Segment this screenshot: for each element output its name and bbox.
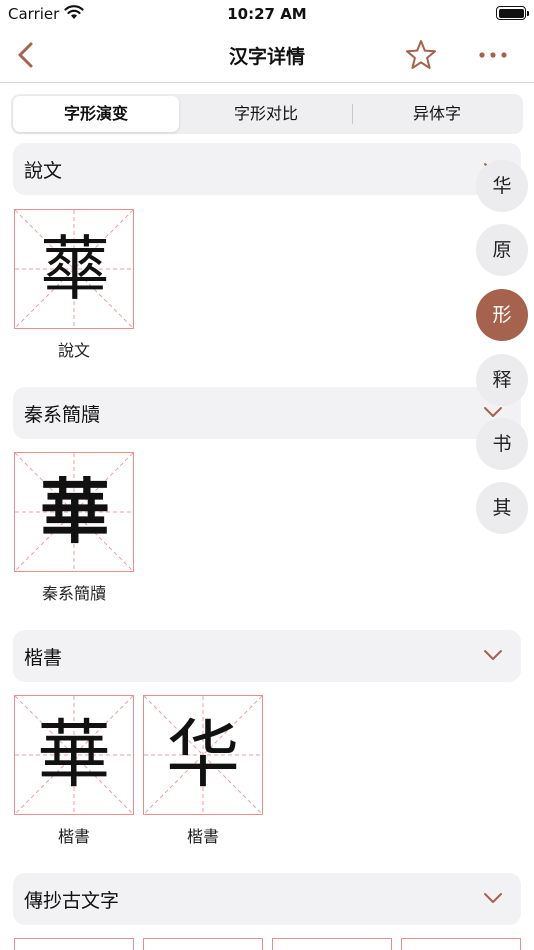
glyph-cell[interactable]: 华 bbox=[143, 695, 263, 815]
tab-glyph-comparison[interactable]: 字形对比 bbox=[181, 96, 351, 132]
section-header-regular-script[interactable]: 楷書 bbox=[13, 630, 521, 682]
index-item-shi[interactable]: 释 bbox=[476, 354, 528, 406]
glyph-cell[interactable]: 蕐 bbox=[14, 209, 134, 329]
chevron-down-icon bbox=[484, 650, 502, 660]
glyph-label: 楷書 bbox=[57, 827, 90, 846]
status-time: 10:27 AM bbox=[227, 5, 307, 23]
favorite-button[interactable] bbox=[404, 38, 438, 72]
glyph-cell-partial[interactable] bbox=[272, 938, 392, 950]
section-header-shuowen[interactable]: 說文 bbox=[13, 143, 521, 195]
glyph-character: 華 bbox=[37, 712, 111, 798]
status-bar: Carrier 10:27 AM bbox=[0, 0, 534, 30]
index-item-qi[interactable]: 其 bbox=[476, 482, 528, 534]
glyph-cell-partial[interactable] bbox=[143, 938, 263, 950]
chevron-down-icon bbox=[484, 893, 502, 903]
glyph-cell-partial[interactable] bbox=[14, 938, 134, 950]
glyph-character: 华 bbox=[166, 712, 240, 798]
section-title: 秦系簡牘 bbox=[24, 404, 101, 426]
ellipsis-icon bbox=[479, 52, 507, 58]
index-item-xing[interactable]: 形 bbox=[476, 289, 528, 341]
section-header-transmitted-ancient[interactable]: 傳抄古文字 bbox=[13, 873, 521, 925]
section-header-qin-bamboo[interactable]: 秦系簡牘 bbox=[13, 387, 521, 439]
battery-icon bbox=[496, 6, 529, 20]
segmented-control: 字形演变 字形对比 异体字 bbox=[11, 94, 523, 134]
glyph-cell-partial[interactable] bbox=[401, 938, 521, 950]
glyph-label: 楷書 bbox=[186, 827, 219, 846]
glyph-label: 秦系簡牘 bbox=[41, 584, 106, 603]
navigation-bar: 汉字详情 bbox=[0, 30, 534, 83]
tab-variant-characters[interactable]: 异体字 bbox=[353, 96, 521, 132]
glyph-character: 蕐 bbox=[40, 228, 110, 310]
tab-glyph-evolution[interactable]: 字形演变 bbox=[13, 96, 179, 132]
section-title: 說文 bbox=[24, 160, 63, 182]
glyph-cell[interactable]: 華 bbox=[14, 695, 134, 815]
glyph-label: 說文 bbox=[57, 341, 90, 360]
star-icon bbox=[406, 40, 436, 69]
glyph-cell[interactable]: 華 bbox=[14, 452, 134, 572]
section-title: 楷書 bbox=[24, 647, 63, 669]
glyph-character: 華 bbox=[40, 470, 110, 553]
index-item-hua[interactable]: 华 bbox=[476, 160, 528, 212]
index-item-yuan[interactable]: 原 bbox=[476, 224, 528, 276]
page-title: 汉字详情 bbox=[228, 46, 305, 68]
section-title: 傳抄古文字 bbox=[24, 890, 120, 912]
chevron-down-icon bbox=[484, 407, 502, 417]
more-button[interactable] bbox=[476, 42, 510, 68]
index-item-shu[interactable]: 书 bbox=[476, 418, 528, 470]
